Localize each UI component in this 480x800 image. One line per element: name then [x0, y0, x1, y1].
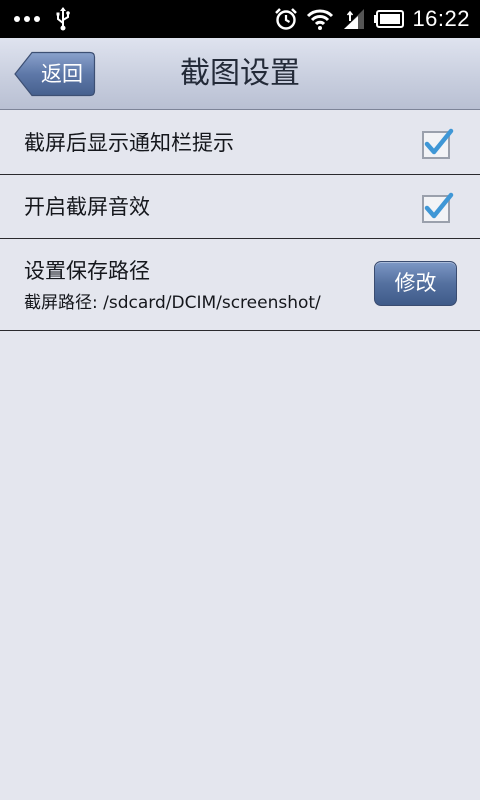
setting-row-save-path: 设置保存路径 截屏路径: /sdcard/DCIM/screenshot/ 修改 [0, 239, 480, 331]
settings-list: 截屏后显示通知栏提示 开启截屏音效 设置保存路径 截屏路径: /sdcard/D… [0, 111, 480, 331]
usb-icon [56, 7, 70, 31]
setting-label-save-path: 设置保存路径 [24, 259, 150, 283]
back-label: 返回 [41, 62, 83, 86]
sound-checkbox[interactable] [420, 191, 454, 225]
signal-icon [342, 8, 366, 30]
title-bar: 返回 截图设置 [0, 38, 480, 110]
setting-label-notification: 截屏后显示通知栏提示 [24, 131, 234, 155]
modify-path-button[interactable]: 修改 [374, 261, 457, 306]
alarm-icon [274, 7, 298, 31]
setting-row-notification[interactable]: 截屏后显示通知栏提示 [0, 111, 480, 175]
wifi-icon [306, 8, 334, 30]
status-right-icons: 16:22 [274, 4, 470, 34]
setting-label-sound: 开启截屏音效 [24, 195, 150, 219]
notification-checkbox[interactable] [420, 127, 454, 161]
save-path-text: 截屏路径: /sdcard/DCIM/screenshot/ [24, 293, 321, 313]
status-time: 16:22 [412, 6, 470, 31]
status-bar: 16:22 [0, 0, 480, 38]
more-dots-icon [14, 15, 40, 23]
battery-icon [374, 10, 405, 28]
setting-row-sound[interactable]: 开启截屏音效 [0, 175, 480, 239]
status-left-icons [14, 6, 70, 32]
back-button[interactable]: 返回 [14, 51, 96, 97]
